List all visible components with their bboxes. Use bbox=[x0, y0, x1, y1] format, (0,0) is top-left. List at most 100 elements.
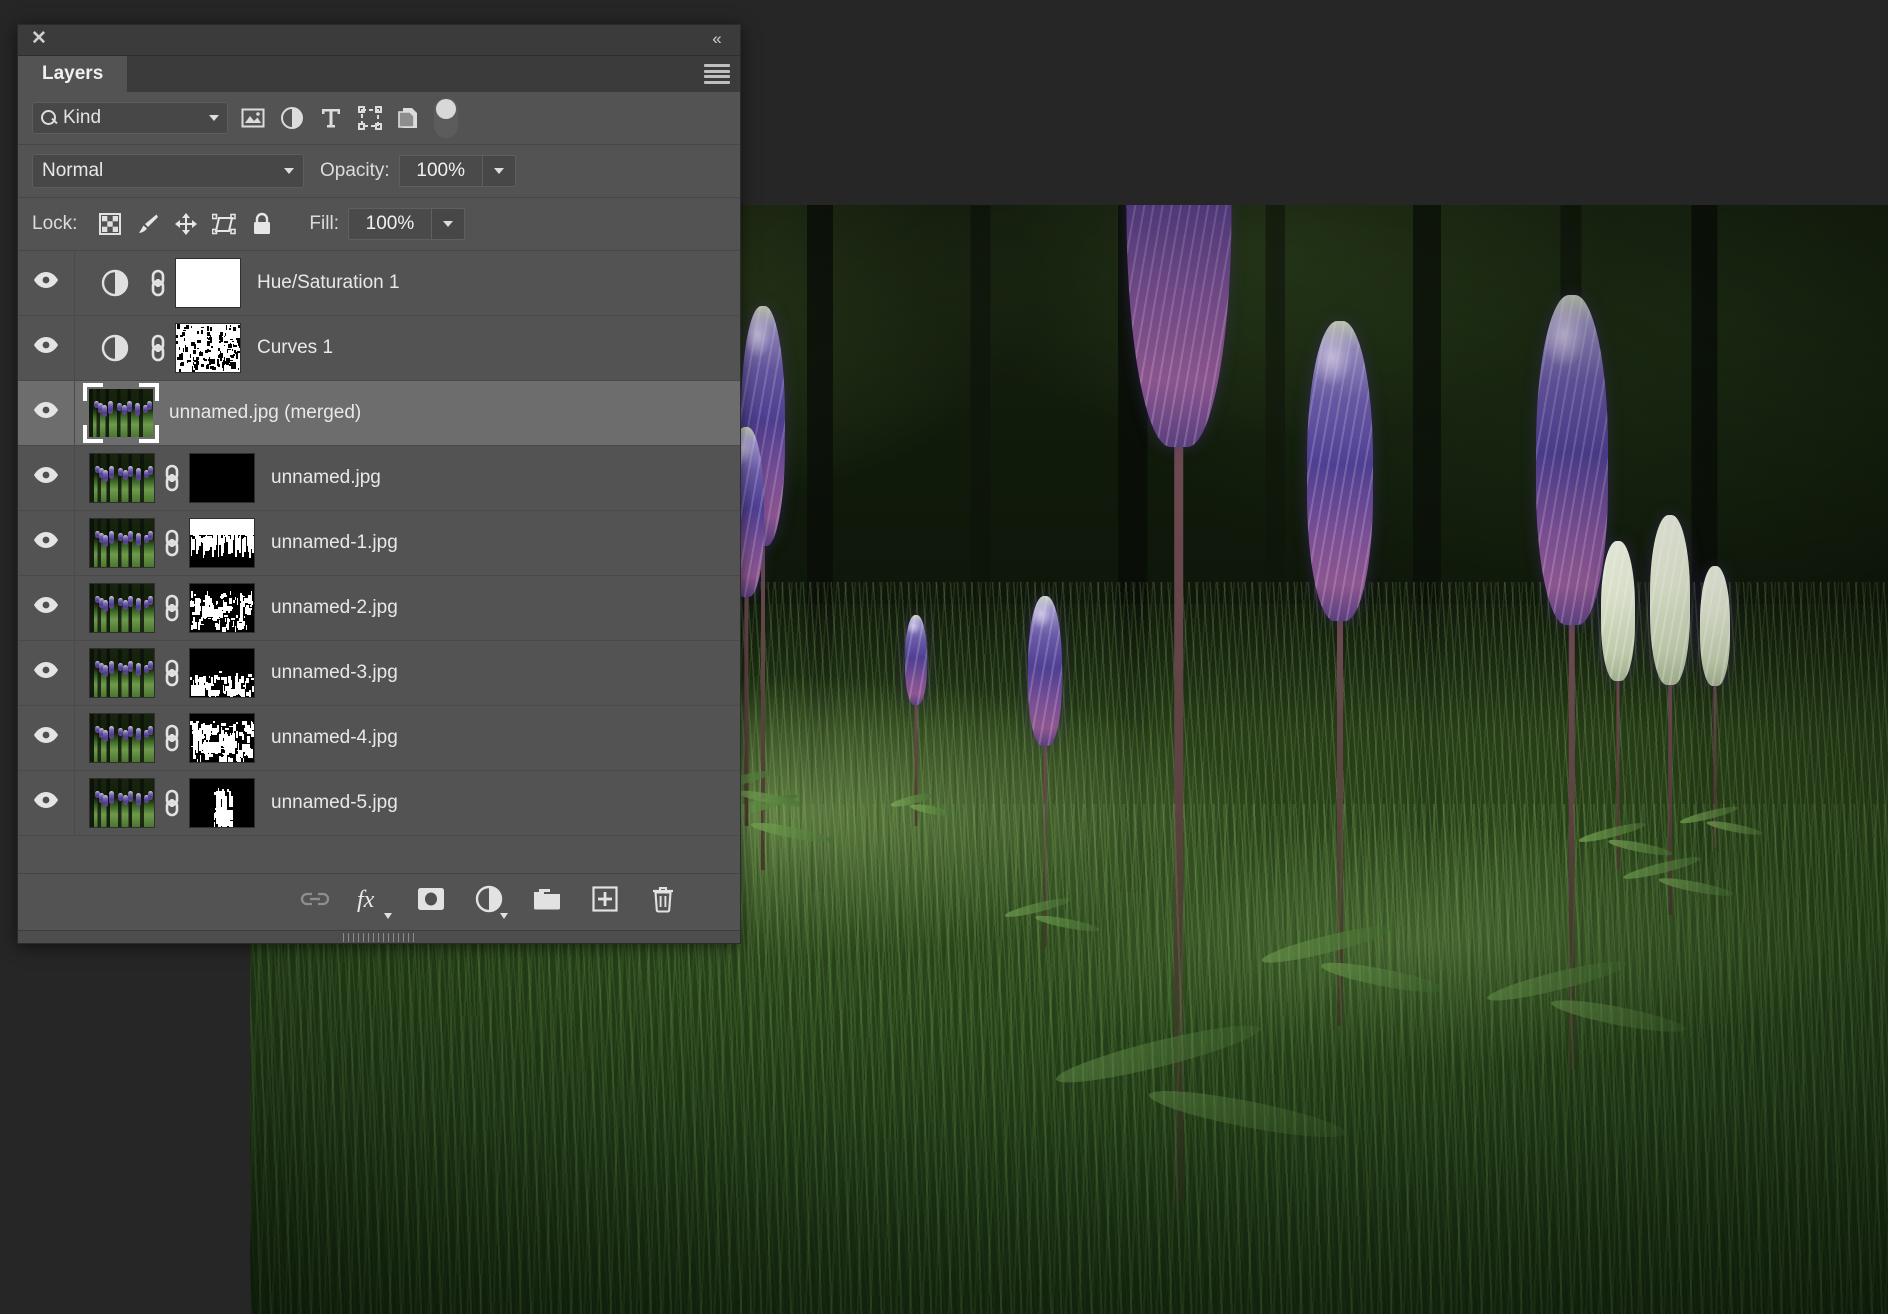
layer-style-button[interactable]: fx bbox=[344, 880, 402, 924]
filter-smart-objects-icon[interactable] bbox=[395, 104, 423, 132]
filter-shape-layers-icon[interactable] bbox=[356, 104, 384, 132]
lock-all-icon[interactable] bbox=[243, 209, 281, 239]
layer-mask-thumbnail[interactable] bbox=[175, 323, 241, 373]
adjustment-layer-thumbnail[interactable] bbox=[89, 334, 141, 362]
layer-visibility-toggle[interactable] bbox=[18, 381, 75, 445]
layer-visibility-toggle[interactable] bbox=[18, 576, 75, 640]
new-group-button[interactable] bbox=[518, 880, 576, 924]
chevron-down-icon bbox=[209, 115, 219, 121]
fill-input[interactable]: 100% bbox=[347, 208, 432, 240]
layer-mask-thumbnail[interactable] bbox=[189, 583, 255, 633]
layer-visibility-toggle[interactable] bbox=[18, 706, 75, 770]
close-icon[interactable]: ✕ bbox=[29, 29, 49, 49]
caret-down-icon bbox=[384, 913, 392, 919]
layer-thumbnail-selected[interactable] bbox=[83, 383, 159, 443]
layer-row[interactable]: unnamed.jpg (merged) bbox=[18, 381, 740, 446]
blend-mode-value: Normal bbox=[42, 160, 104, 181]
layers-panel: ✕ « Layers Kind Normal Opacity: 100% Loc… bbox=[17, 24, 741, 944]
layer-mask-thumbnail[interactable] bbox=[189, 518, 255, 568]
filter-adjustment-layers-icon[interactable] bbox=[278, 104, 306, 132]
layer-thumbnail[interactable] bbox=[89, 713, 155, 763]
panel-resize-grip[interactable] bbox=[18, 930, 740, 943]
lock-artboard-nesting-icon[interactable] bbox=[205, 209, 243, 239]
layer-name-label: unnamed-5.jpg bbox=[271, 792, 398, 813]
layer-thumbnail[interactable] bbox=[89, 583, 155, 633]
layer-visibility-toggle[interactable] bbox=[18, 641, 75, 705]
mask-link-icon[interactable] bbox=[155, 788, 189, 818]
mask-link-icon[interactable] bbox=[155, 723, 189, 753]
opacity-stepper[interactable] bbox=[482, 155, 516, 187]
delete-layer-button[interactable] bbox=[634, 880, 692, 924]
filter-type-layers-icon[interactable] bbox=[317, 104, 345, 132]
lock-row: Lock: Fill: 100% bbox=[18, 198, 740, 251]
folder-icon bbox=[532, 887, 562, 917]
layer-mask-thumbnail[interactable] bbox=[175, 258, 241, 308]
chevron-down-icon bbox=[442, 221, 453, 227]
trash-icon bbox=[651, 885, 675, 919]
collapse-double-chevron-icon[interactable]: « bbox=[704, 29, 728, 49]
chevron-down-icon bbox=[284, 168, 294, 174]
layer-name-label: unnamed-1.jpg bbox=[271, 532, 398, 553]
mask-link-icon[interactable] bbox=[155, 658, 189, 688]
fill-stepper[interactable] bbox=[431, 208, 465, 240]
adjustment-layer-thumbnail[interactable] bbox=[89, 269, 141, 297]
tabstrip-filler bbox=[127, 56, 740, 92]
eye-icon bbox=[33, 661, 59, 685]
mask-link-icon[interactable] bbox=[155, 593, 189, 623]
panel-menu-icon[interactable] bbox=[704, 64, 730, 84]
filter-kind-label: Kind bbox=[63, 107, 102, 128]
layer-visibility-toggle[interactable] bbox=[18, 251, 75, 315]
add-layer-mask-button[interactable] bbox=[402, 880, 460, 924]
layer-thumbnail[interactable] bbox=[89, 389, 153, 437]
layer-row[interactable]: unnamed-4.jpg bbox=[18, 706, 740, 771]
layer-mask-thumbnail[interactable] bbox=[189, 453, 255, 503]
fill-label: Fill: bbox=[309, 213, 339, 234]
layer-row[interactable]: unnamed-2.jpg bbox=[18, 576, 740, 641]
layer-row[interactable]: Curves 1 bbox=[18, 316, 740, 381]
tab-layers[interactable]: Layers bbox=[18, 56, 128, 92]
layers-list[interactable]: Hue/Saturation 1 Curves 1 unnamed.jpg (mer… bbox=[18, 251, 740, 873]
lock-image-pixels-icon[interactable] bbox=[129, 209, 167, 239]
layer-row[interactable]: unnamed-5.jpg bbox=[18, 771, 740, 836]
mask-link-icon[interactable] bbox=[141, 333, 175, 363]
layer-row[interactable]: unnamed-1.jpg bbox=[18, 511, 740, 576]
layer-visibility-toggle[interactable] bbox=[18, 446, 75, 510]
lock-transparent-pixels-icon[interactable] bbox=[91, 209, 129, 239]
link-layers-button[interactable] bbox=[286, 880, 344, 924]
layer-mask-thumbnail[interactable] bbox=[189, 778, 255, 828]
filter-enable-toggle[interactable] bbox=[434, 98, 458, 138]
layer-mask-thumbnail[interactable] bbox=[189, 713, 255, 763]
filter-kind-select[interactable]: Kind bbox=[32, 102, 228, 134]
adjustment-icon bbox=[475, 885, 503, 919]
eye-icon bbox=[33, 401, 59, 425]
layer-thumbnail[interactable] bbox=[89, 648, 155, 698]
layer-name-label: Curves 1 bbox=[257, 337, 334, 358]
mask-link-icon[interactable] bbox=[155, 528, 189, 558]
svg-text:fx: fx bbox=[357, 887, 375, 913]
layer-thumbnail[interactable] bbox=[89, 453, 155, 503]
layer-thumbnail[interactable] bbox=[89, 778, 155, 828]
layer-thumbnail[interactable] bbox=[89, 518, 155, 568]
layer-row[interactable]: unnamed-3.jpg bbox=[18, 641, 740, 706]
filter-pixel-layers-icon[interactable] bbox=[239, 104, 267, 132]
layer-mask-icon bbox=[417, 887, 445, 917]
new-adjustment-layer-button[interactable] bbox=[460, 880, 518, 924]
layer-row[interactable]: unnamed.jpg bbox=[18, 446, 740, 511]
blend-mode-select[interactable]: Normal bbox=[32, 154, 304, 188]
layer-row[interactable]: Hue/Saturation 1 bbox=[18, 251, 740, 316]
panel-titlebar: ✕ « bbox=[18, 25, 740, 56]
lock-position-icon[interactable] bbox=[167, 209, 205, 239]
opacity-input[interactable]: 100% bbox=[398, 155, 483, 187]
layer-mask-thumbnail[interactable] bbox=[189, 648, 255, 698]
layer-visibility-toggle[interactable] bbox=[18, 316, 75, 380]
mask-link-icon[interactable] bbox=[141, 268, 175, 298]
eye-icon bbox=[33, 596, 59, 620]
mask-link-icon[interactable] bbox=[155, 463, 189, 493]
layer-name-label: unnamed.jpg (merged) bbox=[169, 402, 362, 423]
layer-visibility-toggle[interactable] bbox=[18, 511, 75, 575]
eye-icon bbox=[33, 466, 59, 490]
new-layer-button[interactable] bbox=[576, 880, 634, 924]
layer-visibility-toggle[interactable] bbox=[18, 771, 75, 835]
lock-label: Lock: bbox=[32, 213, 78, 234]
chevron-down-icon bbox=[493, 168, 504, 174]
